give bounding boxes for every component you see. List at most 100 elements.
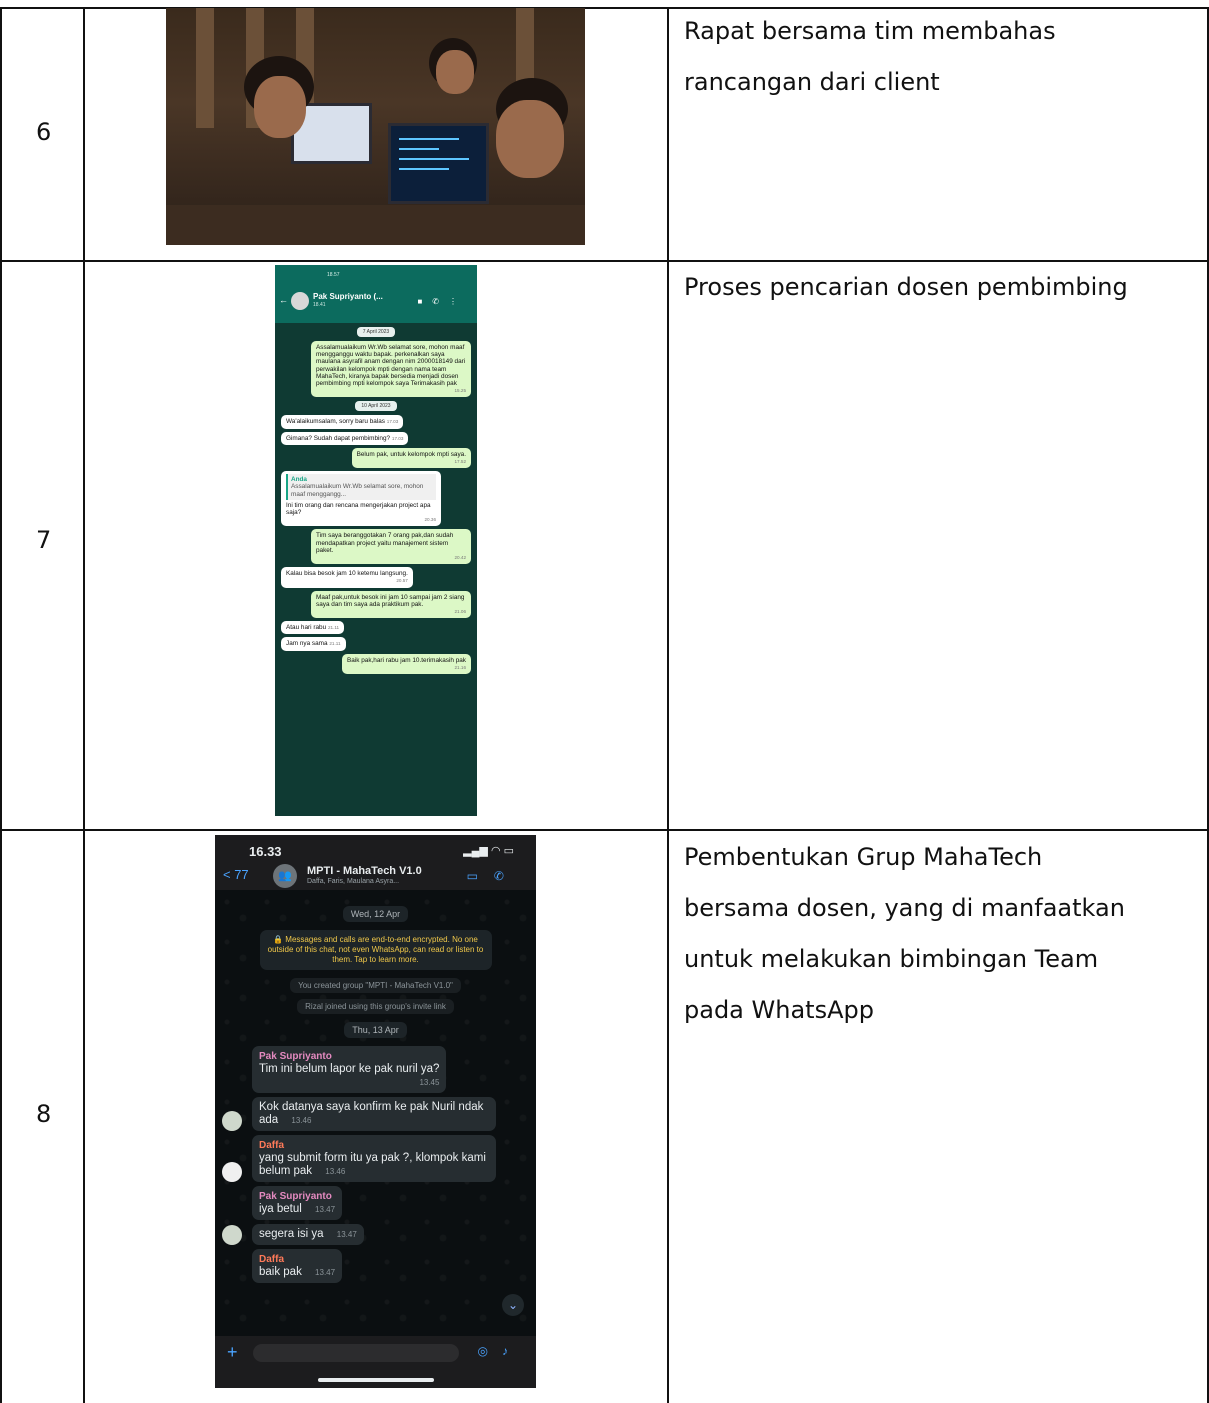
chat-header: 18.57 ← Pak Supriyanto (... 18.41 ■✆⋮ [275,265,477,323]
message-in: Kok datanya saya konfirm ke pak Nuril nd… [222,1097,496,1131]
message-in: Atau hari rabu 21.11 [281,621,345,635]
message-time: 17.52 [454,459,467,465]
composer-bar: + ◎♪ [215,1336,536,1388]
row-description: Rapat bersama tim membahas rancangan dar… [684,6,1184,108]
message-in: segera isi ya 13.47 [222,1224,364,1245]
encryption-notice: 🔒 Messages and calls are end-to-end encr… [259,930,492,970]
row-description: Pembentukan Grup MahaTech bersama dosen,… [684,832,1184,1036]
last-seen: 18.41 [313,302,326,308]
message-text: baik pak [259,1266,302,1278]
description-line: bersama dosen, yang di manfaatkan [684,894,1125,922]
message-in: Daffa baik pak 13.47 [252,1249,343,1283]
back-count: < 77 [223,867,249,882]
scroll-down-icon[interactable]: ⌄ [502,1294,524,1316]
message-text: segera isi ya [259,1228,324,1240]
description-line: pada WhatsApp [684,996,874,1024]
whatsapp-chat-screenshot: 18.57 ← Pak Supriyanto (... 18.41 ■✆⋮ 7 … [275,265,477,816]
date-chip: 7 April 2023 [356,327,396,337]
document-table: 6 Rapat bersama tim membahas rancangan d… [0,0,1209,1403]
message-text: Jam nya sama [286,640,328,648]
column-divider [667,7,669,1403]
whatsapp-group-screenshot: 16.33 ▂▄▆ ◠ ▭ < 77 👥 MPTI - MahaTech V1.… [215,835,536,1388]
message-input[interactable] [253,1344,459,1362]
plus-icon[interactable]: + [227,1342,238,1363]
date-chip: Wed, 12 Apr [342,906,409,922]
status-time: 18.57 [327,272,340,278]
message-text: Maaf pak,untuk besok ini jam 10 sampai j… [316,593,465,608]
status-clock: 16.33 [249,844,282,859]
message-time: 21.11 [327,625,340,631]
signal-icon: ▂▄▆ ◠ ▭ [463,845,514,857]
message-time: 13.47 [315,1268,336,1277]
message-time: 20.42 [454,555,467,561]
message-time: 17.03 [386,419,399,425]
message-in-reply: Anda Assalamualaikum Wr.Wb selamat sore,… [281,471,441,527]
message-out: Belum pak, untuk kelompok mpti saya. 17.… [351,447,471,469]
row-number: 8 [36,1100,52,1128]
contact-name: Pak Supriyanto (... [313,292,383,301]
message-time: 20.36 [424,517,437,523]
message-text: Kalau bisa besok jam 10 ketemu langsung. [286,570,408,578]
table-left-border [0,7,2,1403]
avatar [291,292,309,310]
sender-name: Pak Supriyanto [259,1191,332,1202]
row-description: Proses pencarian dosen pembimbing [684,262,1184,313]
quoted-message: Anda Assalamualaikum Wr.Wb selamat sore,… [286,474,436,500]
sender-name: Pak Supriyanto [259,1051,332,1062]
message-text: Assalamualaikum Wr.Wb selamat sore, moho… [316,344,466,388]
avatar [222,1225,242,1245]
row-number: 6 [36,118,52,146]
message-out: Maaf pak,untuk besok ini jam 10 sampai j… [311,590,471,619]
column-divider [83,7,85,1403]
message-time: 13.46 [291,1116,312,1125]
message-time: 17.03 [391,435,404,441]
avatar [222,1111,242,1131]
description-line: Proses pencarian dosen pembimbing [684,273,1128,301]
description-line: untuk melakukan bimbingan Team [684,945,1099,973]
message-out: Tim saya beranggotakan 7 orang pak,dan s… [311,529,471,565]
group-name: MPTI - MahaTech V1.0 [307,865,422,877]
chat-body: Wed, 12 Apr 🔒 Messages and calls are end… [215,890,536,1336]
message-time: 21.16 [454,664,467,670]
quote-author: Anda [291,476,307,484]
sender-name: Daffa [259,1140,285,1151]
message-text: Tim saya beranggotakan 7 orang pak,dan s… [316,532,454,554]
description-line: Pembentukan Grup MahaTech [684,843,1043,871]
message-text: Belum pak, untuk kelompok mpti saya. [356,450,466,458]
system-message: Rizal joined using this group's invite l… [297,999,454,1014]
message-in: Gimana? Sudah dapat pembimbing? 17.03 [281,431,409,445]
row-number: 7 [36,526,52,554]
message-in: Kalau bisa besok jam 10 ketemu langsung.… [281,567,413,588]
message-text: Ini tim orang dan rencana mengerjakan pr… [286,501,431,517]
message-text: Baik pak,hari rabu jam 10.terimakasih pa… [347,656,466,664]
system-message: You created group "MPTI - MahaTech V1.0" [290,978,461,993]
date-chip: Thu, 13 Apr [344,1022,407,1038]
group-avatar-icon: 👥 [273,864,297,888]
message-in: Wa'alaikumsalam, sorry baru balas 17.03 [281,415,404,429]
message-time: 20.57 [396,578,408,584]
avatar [222,1162,242,1182]
message-out: Assalamualaikum Wr.Wb selamat sore, moho… [311,341,471,398]
back-arrow-icon: ← [279,295,288,305]
message-time: 13.47 [336,1230,357,1239]
message-text: Tim ini belum lapor ke pak nuril ya? [259,1063,440,1075]
home-indicator [318,1378,434,1382]
message-time: 13.45 [419,1078,440,1087]
sender-name: Daffa [259,1254,285,1265]
video-call-icon: ▭✆ [466,869,520,883]
message-text: Wa'alaikumsalam, sorry baru balas [286,418,386,426]
message-in: Jam nya sama 21.11 [281,637,346,651]
message-time: 21.11 [329,641,341,647]
message-in: Pak Supriyanto iya betul 13.47 [252,1186,343,1220]
message-text: Atau hari rabu [286,624,327,632]
call-icons: ■✆⋮ [417,297,467,306]
camera-mic-icons[interactable]: ◎♪ [478,1344,522,1358]
chat-header: 16.33 ▂▄▆ ◠ ▭ < 77 👥 MPTI - MahaTech V1.… [215,835,536,890]
message-in: Pak Supriyanto Tim ini belum lapor ke pa… [252,1046,447,1093]
team-meeting-photo [166,8,585,245]
description-line: rancangan dari client [684,68,940,96]
message-text: Gimana? Sudah dapat pembimbing? [286,434,391,442]
row-divider [0,829,1209,831]
description-line: Rapat bersama tim membahas [684,17,1056,45]
date-chip: 10 April 2023 [355,401,397,412]
